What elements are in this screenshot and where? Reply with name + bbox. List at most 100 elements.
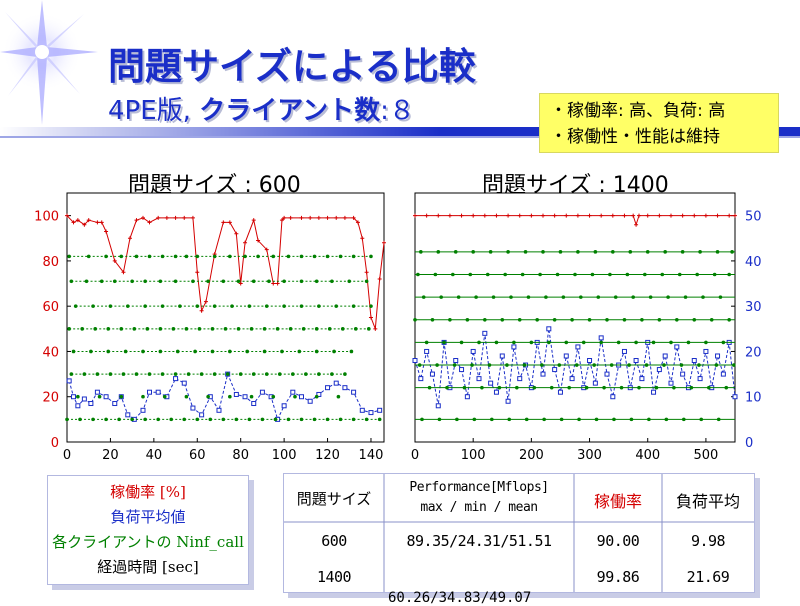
x-tick-label: 0: [63, 448, 71, 463]
ninf-call-point: [570, 317, 574, 322]
ninf-call-point: [86, 254, 91, 259]
ninf-call-point: [173, 279, 178, 284]
ninf-call-point: [117, 417, 121, 422]
ninf-call-point: [712, 272, 717, 277]
ninf-call-point: [123, 349, 128, 354]
ninf-call-point: [727, 272, 731, 277]
ninf-call-point: [184, 254, 189, 259]
ninf-call-point: [662, 363, 666, 367]
load-point: [482, 330, 488, 336]
subtitle-client-count-label: クライアント数: [199, 96, 381, 126]
ninf-call-point: [234, 417, 239, 422]
ninf-call-point: [576, 250, 580, 254]
y-tick-label: 40: [42, 345, 59, 360]
table-row-1400-perf-overflow: 60.26/34.83/49.07: [388, 590, 532, 606]
ninf-call-point: [299, 279, 304, 284]
ninf-call-point: [709, 317, 714, 322]
table-header-utilization: 稼働率: [593, 492, 642, 511]
ninf-call-point: [427, 385, 432, 390]
load-point: [173, 376, 179, 382]
ninf-call-point: [247, 417, 252, 422]
ninf-call-point: [147, 372, 152, 376]
ninf-call-point: [616, 340, 621, 345]
ninf-call-point: [470, 363, 474, 367]
ninf-call-point: [334, 304, 339, 308]
ninf-call-point: [108, 304, 113, 308]
ninf-call-point: [162, 394, 167, 399]
ninf-call-point: [625, 272, 630, 277]
plot-frame: [414, 192, 736, 443]
ninf-call-point: [561, 295, 566, 299]
ninf-call-point: [436, 250, 441, 254]
load-point: [598, 335, 604, 341]
ninf-call-point: [314, 394, 319, 399]
ninf-call-point: [683, 295, 688, 299]
ninf-call-point: [171, 327, 176, 331]
ninf-call-point: [592, 363, 596, 367]
ninf-call-point: [186, 372, 191, 376]
ninf-call-point: [596, 295, 601, 299]
ninf-call-point: [654, 385, 659, 390]
ninf-call-point: [225, 372, 230, 376]
x-tick-label: 60: [189, 448, 206, 463]
load-point: [140, 407, 146, 413]
x-tick-label: 500: [693, 448, 718, 463]
x-tick-label: 100: [461, 448, 486, 463]
ninf-call-point: [71, 349, 76, 354]
load-point: [181, 380, 187, 386]
table-header-performance: Performance[Mflops]: [409, 480, 549, 495]
ninf-call-point: [297, 349, 302, 354]
x-tick-label: 40: [146, 448, 163, 463]
load-point: [604, 371, 610, 377]
ninf-call-point: [564, 340, 569, 345]
ninf-call-point: [249, 394, 254, 399]
ninf-call-point: [143, 279, 147, 284]
ninf-call-point: [89, 349, 93, 354]
ninf-call-point: [477, 340, 481, 345]
ninf-call-point: [567, 385, 571, 390]
load-point: [499, 353, 505, 359]
ninf-call-point: [631, 295, 635, 299]
ninf-call-point: [679, 363, 684, 367]
load-point: [563, 353, 569, 359]
ninf-call-point: [643, 272, 647, 277]
ninf-call-point: [288, 327, 293, 331]
load-point: [298, 394, 304, 400]
ninf-call-point: [314, 279, 319, 284]
ninf-call-point: [143, 304, 147, 308]
ninf-call-point: [503, 272, 507, 277]
ninf-call-point: [78, 417, 82, 422]
ninf-call-point: [299, 254, 304, 259]
ninf-call-point: [221, 279, 226, 284]
load-point: [377, 407, 383, 413]
ninf-call-point: [182, 417, 187, 422]
load-point: [703, 348, 709, 354]
ninf-call-point: [573, 272, 577, 277]
ninf-call-point: [95, 372, 100, 376]
ninf-call-point: [106, 349, 111, 354]
load-point: [540, 371, 546, 377]
load-point: [453, 358, 459, 364]
x-tick-label: 80: [232, 448, 249, 463]
ninf-call-point: [112, 279, 117, 284]
ninf-call-point: [210, 349, 215, 354]
ninf-call-point: [301, 327, 306, 331]
ninf-call-point: [293, 394, 297, 399]
y-tick-label: 60: [42, 300, 59, 315]
ninf-call-point: [314, 327, 319, 331]
ninf-call-point: [134, 372, 139, 376]
ninf-call-point: [197, 327, 202, 331]
ninf-call-point: [336, 394, 341, 399]
performance-table: 問題サイズ Performance[Mflops] max / min / me…: [283, 473, 755, 593]
ninf-call-point: [437, 417, 442, 422]
ninf-call-point: [338, 254, 343, 259]
table-row-1400-util: 99.86: [596, 568, 640, 586]
ninf-call-point: [312, 417, 317, 422]
ninf-call-point: [505, 363, 509, 367]
ninf-call-point: [236, 327, 241, 331]
ninf-call-point: [559, 417, 564, 422]
ninf-call-point: [212, 254, 217, 259]
load-point: [216, 407, 222, 413]
legend-item-utilization: 稼働率 [%]: [110, 483, 186, 501]
ninf-call-point: [640, 317, 644, 322]
